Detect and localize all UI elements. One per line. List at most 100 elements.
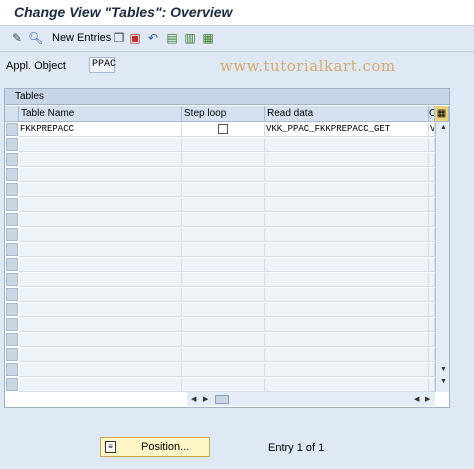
scroll-thumb[interactable]: [215, 395, 229, 404]
table-cell-read-data[interactable]: [265, 333, 429, 347]
table-cell-step-loop[interactable]: [182, 348, 265, 362]
copy-icon[interactable]: ❐: [112, 31, 126, 45]
new-entries-button[interactable]: New Entries: [52, 32, 111, 44]
position-button[interactable]: ≡ Position...: [100, 437, 210, 457]
row-selector[interactable]: [6, 213, 18, 226]
row-selector[interactable]: [6, 153, 18, 166]
select-block-icon[interactable]: ▥: [183, 31, 197, 45]
table-cell-read-data[interactable]: VKK_PPAC_FKKPREPACC_GET: [265, 123, 429, 137]
table-cell-table-name[interactable]: [19, 363, 182, 377]
table-cell-read-data[interactable]: [265, 318, 429, 332]
row-selector[interactable]: [6, 303, 18, 316]
table-cell-table-name[interactable]: [19, 243, 182, 257]
row-selector[interactable]: [6, 363, 18, 376]
table-cell-table-name[interactable]: [19, 258, 182, 272]
row-selector[interactable]: [6, 243, 18, 256]
scroll-left-icon[interactable]: ◀: [191, 395, 196, 403]
column-header-table-name[interactable]: Table Name: [19, 106, 182, 122]
table-cell-step-loop[interactable]: [182, 138, 265, 152]
table-cell-read-data[interactable]: [265, 258, 429, 272]
scroll-last-icon[interactable]: ▼: [440, 378, 447, 385]
column-header-step-loop[interactable]: Step loop: [182, 106, 265, 122]
table-cell-table-name[interactable]: [19, 138, 182, 152]
scroll-down-icon[interactable]: ▼: [440, 366, 447, 373]
table-cell-read-data[interactable]: [265, 138, 429, 152]
table-cell-table-name[interactable]: [19, 198, 182, 212]
table-cell-step-loop[interactable]: [182, 168, 265, 182]
table-cell-step-loop[interactable]: [182, 198, 265, 212]
table-cell-step-loop[interactable]: [182, 303, 265, 317]
table-cell-table-name[interactable]: [19, 288, 182, 302]
select-all-icon[interactable]: ▤: [165, 31, 179, 45]
scroll-right-end-icon[interactable]: ▶: [425, 395, 430, 403]
table-cell-table-name[interactable]: FKKPREPACC: [19, 123, 182, 137]
table-cell-step-loop[interactable]: [182, 333, 265, 347]
scroll-right-icon[interactable]: ▶: [203, 395, 208, 403]
table-cell-step-loop[interactable]: [182, 153, 265, 167]
table-cell-read-data[interactable]: [265, 168, 429, 182]
other-object-icon[interactable]: 🔍︎: [28, 31, 43, 45]
horizontal-scrollbar[interactable]: ◀ ▶ ◀ ▶: [187, 392, 435, 406]
table-cell-step-loop[interactable]: [182, 213, 265, 227]
table-cell-read-data[interactable]: [265, 378, 429, 392]
table-cell-table-name[interactable]: [19, 213, 182, 227]
table-cell-table-name[interactable]: [19, 333, 182, 347]
deselect-all-icon[interactable]: ▦: [201, 31, 215, 45]
row-selector[interactable]: [6, 273, 18, 286]
row-selector[interactable]: [6, 258, 18, 271]
table-cell-read-data[interactable]: [265, 273, 429, 287]
select-all-rows-header[interactable]: [5, 106, 19, 122]
table-cell-read-data[interactable]: [265, 363, 429, 377]
table-cell-table-name[interactable]: [19, 183, 182, 197]
table-cell-step-loop[interactable]: [182, 243, 265, 257]
table-cell-step-loop[interactable]: [182, 123, 265, 137]
row-selector[interactable]: [6, 348, 18, 361]
table-cell-step-loop[interactable]: [182, 273, 265, 287]
table-cell-table-name[interactable]: [19, 318, 182, 332]
table-cell-read-data[interactable]: [265, 183, 429, 197]
appl-object-field[interactable]: PPAC: [89, 57, 116, 73]
scroll-left-end-icon[interactable]: ◀: [414, 395, 419, 403]
row-selector[interactable]: [6, 198, 18, 211]
table-cell-step-loop[interactable]: [182, 288, 265, 302]
table-cell-table-name[interactable]: [19, 303, 182, 317]
table-cell-step-loop[interactable]: [182, 258, 265, 272]
table-cell-step-loop[interactable]: [182, 363, 265, 377]
row-selector[interactable]: [6, 168, 18, 181]
table-cell-table-name[interactable]: [19, 153, 182, 167]
row-selector[interactable]: [6, 318, 18, 331]
entry-counter: Entry 1 of 1: [268, 442, 325, 454]
table-cell-step-loop[interactable]: [182, 183, 265, 197]
table-cell-step-loop[interactable]: [182, 228, 265, 242]
delete-icon[interactable]: ▣: [128, 31, 142, 45]
table-settings-icon[interactable]: ▦: [435, 106, 449, 122]
table-cell-read-data[interactable]: [265, 243, 429, 257]
table-cell-read-data[interactable]: [265, 303, 429, 317]
column-header-read-data[interactable]: Read data: [265, 106, 429, 122]
undo-change-icon[interactable]: ↶: [146, 31, 160, 45]
table-cell-step-loop[interactable]: [182, 378, 265, 392]
row-selector[interactable]: [6, 228, 18, 241]
table-cell-read-data[interactable]: [265, 348, 429, 362]
scroll-up-icon[interactable]: ▲: [440, 124, 447, 131]
table-cell-read-data[interactable]: [265, 213, 429, 227]
row-selector[interactable]: [6, 138, 18, 151]
table-cell-step-loop[interactable]: [182, 318, 265, 332]
row-selector[interactable]: [6, 333, 18, 346]
row-selector[interactable]: [6, 123, 18, 136]
display-change-icon[interactable]: ✎: [10, 31, 24, 45]
table-cell-read-data[interactable]: [265, 153, 429, 167]
table-cell-read-data[interactable]: [265, 198, 429, 212]
table-cell-read-data[interactable]: [265, 288, 429, 302]
vertical-scrollbar[interactable]: ▲ ▼ ▼: [435, 122, 449, 392]
table-cell-table-name[interactable]: [19, 168, 182, 182]
table-cell-table-name[interactable]: [19, 378, 182, 392]
table-cell-table-name[interactable]: [19, 348, 182, 362]
step-loop-checkbox[interactable]: [218, 124, 228, 134]
row-selector[interactable]: [6, 183, 18, 196]
row-selector[interactable]: [6, 288, 18, 301]
row-selector[interactable]: [6, 378, 18, 391]
table-cell-table-name[interactable]: [19, 273, 182, 287]
table-cell-table-name[interactable]: [19, 228, 182, 242]
table-cell-read-data[interactable]: [265, 228, 429, 242]
